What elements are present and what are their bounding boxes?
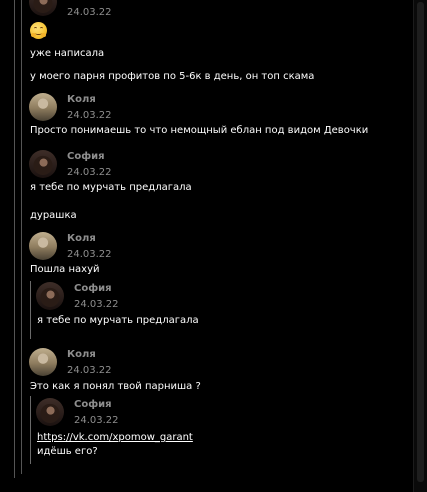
message-date: 24.03.22	[67, 167, 112, 178]
message-date: 24.03.22	[74, 299, 119, 310]
author-name[interactable]: Коля	[67, 94, 96, 105]
quoted-message-text: я тебе по мурчать предлагала	[37, 315, 199, 326]
message-link[interactable]: https://vk.com/xpomow_garant	[37, 432, 193, 443]
message-date: 24.03.22	[67, 7, 112, 18]
message-text: я тебе по мурчать предлагала	[30, 182, 192, 193]
message-text: дурашка	[30, 210, 77, 221]
message-date: 24.03.22	[67, 110, 112, 121]
avatar-kolya[interactable]	[29, 232, 57, 260]
message-text: Просто понимаешь то что немощный еблан п…	[30, 125, 369, 136]
quoted-message-text: идёшь его?	[37, 446, 98, 457]
author-name[interactable]: Коля	[67, 349, 96, 360]
quote-bar	[30, 281, 31, 339]
quote-bar	[30, 396, 31, 464]
author-name[interactable]: Коля	[67, 233, 96, 244]
message-date: 24.03.22	[74, 415, 119, 426]
message-date: 24.03.22	[67, 365, 112, 376]
avatar-kolya[interactable]	[29, 93, 57, 121]
author-name[interactable]: София	[74, 283, 112, 294]
hugging-face-emoji	[30, 22, 47, 39]
thread-line	[14, 0, 15, 478]
avatar-kolya[interactable]	[29, 348, 57, 376]
author-name[interactable]: София	[74, 399, 112, 410]
message-text: у моего парня профитов по 5-6к в день, о…	[30, 71, 315, 82]
avatar-sofia[interactable]	[29, 150, 57, 178]
message-text: Пошла нахуй	[30, 264, 100, 275]
scrollbar[interactable]	[413, 0, 427, 492]
author-name[interactable]: София	[67, 151, 105, 162]
message-date: 24.03.22	[67, 249, 112, 260]
message-text: уже написала	[30, 48, 105, 59]
message-text: Это как я понял твой парниша ?	[30, 381, 201, 392]
avatar-sofia[interactable]	[29, 0, 57, 16]
thread-line	[21, 0, 22, 474]
avatar-sofia[interactable]	[36, 282, 64, 310]
avatar-sofia[interactable]	[36, 398, 64, 426]
chat-history: 24.03.22 уже написала у моего парня проф…	[0, 0, 413, 492]
scrollbar-thumb[interactable]	[417, 2, 424, 482]
